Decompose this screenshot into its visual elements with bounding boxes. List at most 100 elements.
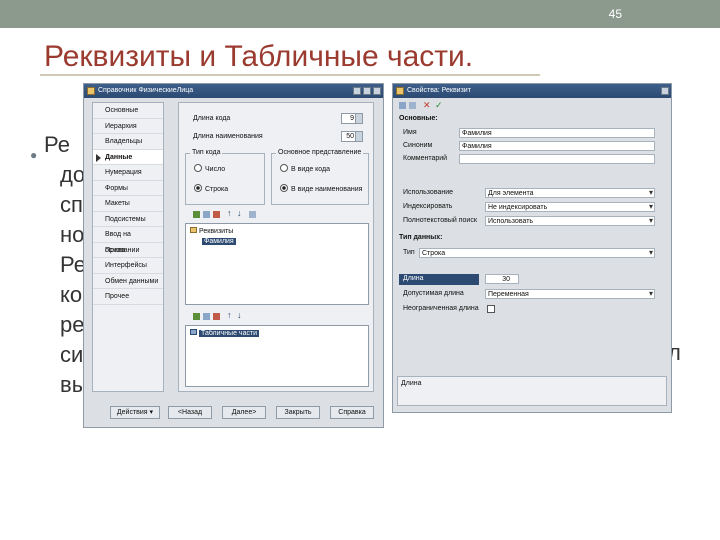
copy-icon[interactable] [203,211,210,218]
properties-window-titlebar[interactable]: Свойства: Реквизит [393,84,671,98]
code-type-string-radio[interactable]: Строка [194,184,228,193]
usage-select[interactable]: Для элемента [485,188,655,198]
name-length-label: Длина наименования [193,133,263,140]
comment-row: Комментарий [399,154,665,165]
unlimited-length-label: Неограниченная длина [403,305,479,312]
length-input[interactable]: 30 [485,274,519,284]
nav-item-numbering[interactable]: Нумерация [93,165,163,181]
name-label: Имя [403,129,417,136]
properties-window[interactable]: Свойства: Реквизит ✕ ✓ Основные: Имя Фам… [392,83,672,413]
indexing-select[interactable]: Не индексировать [485,202,655,212]
code-length-input[interactable]: 9 [341,113,363,124]
maximize-icon[interactable] [363,87,371,95]
table-icon [190,329,197,335]
type-label: Тип [403,249,415,256]
catalog-window-titlebar[interactable]: Справочник ФизическиеЛица [84,84,383,98]
back-button[interactable]: <Назад [168,406,212,419]
add-tabular-icon[interactable] [193,313,200,320]
comment-field[interactable] [459,154,655,164]
help-button[interactable]: Справка [330,406,374,419]
code-type-group: Тип кода Число Строка [185,149,265,205]
properties-icon [396,87,404,95]
nav-item-data[interactable]: Данные [93,149,163,165]
catalog-icon [87,87,95,95]
bullet-icon: ● [30,148,38,162]
nav-item-owners[interactable]: Владельцы [93,134,163,150]
length-label: Длина [403,275,424,282]
catalog-window-title: Справочник ФизическиеЛица [98,87,194,94]
repr-name-radio[interactable]: В виде наименования [280,184,362,193]
attribute-item-label: Фамилия [202,238,236,245]
slide-title: Реквизиты и Табличные части. [44,40,474,73]
nav-item-data-exchange[interactable]: Обмен данными [93,274,163,289]
actions-button[interactable]: Действия ▾ [110,406,160,419]
usage-label: Использование [403,189,454,196]
nav-item-subsystems[interactable]: Подсистемы [93,212,163,227]
tabular-tree-root[interactable]: Табличные части [190,329,260,337]
type-row: Тип Строка [399,248,665,259]
properties-toolbar-icon[interactable] [399,102,406,109]
attributes-root-label: Реквизиты [199,228,234,235]
code-type-number-radio[interactable]: Число [194,164,225,173]
move-up-icon[interactable]: ↑ [227,209,234,218]
nav-item-rights[interactable]: Права [93,243,163,258]
attributes-tree-root[interactable]: Реквизиты [190,227,233,235]
fulltext-label: Полнотекстовый поиск [403,217,477,224]
top-bar: 45 [0,0,720,28]
main-representation-group: Основное представление В виде кода В вид… [271,149,369,205]
section-datatype[interactable]: Тип данных: [399,234,442,241]
add-attribute-icon[interactable] [193,211,200,218]
section-basic[interactable]: Основные: [399,115,438,122]
slide: 45 Реквизиты и Табличные части. ● Ре до … [0,0,720,540]
sort-icon[interactable] [249,211,256,218]
nav-item-interfaces[interactable]: Интерфейсы [93,258,163,274]
allowed-length-row: Допустимая длина Переменная [399,289,665,300]
name-row: Имя Фамилия [399,128,665,139]
apply-icon[interactable]: ✓ [435,100,443,111]
copy-tabular-icon[interactable] [203,313,210,320]
nav-item-templates[interactable]: Макеты [93,196,163,212]
move-up-tabular-icon[interactable]: ↑ [227,311,234,320]
nav-item-forms[interactable]: Формы [93,181,163,196]
tabular-root-label: Табличные части [199,330,260,337]
attribute-item-surname[interactable]: Фамилия [202,238,236,245]
unlimited-length-checkbox[interactable] [487,305,495,313]
nav-item-hierarchy[interactable]: Иерархия [93,119,163,134]
next-button[interactable]: Далее> [222,406,266,419]
close-button[interactable]: Закрыть [276,406,320,419]
synonym-field[interactable]: Фамилия [459,141,655,151]
page-number: 45 [608,7,622,21]
close-icon[interactable] [661,87,669,95]
move-down-icon[interactable]: ↓ [237,209,244,218]
allowed-length-select[interactable]: Переменная [485,289,655,299]
delete-tabular-icon[interactable] [213,313,220,320]
properties-window-title: Свойства: Реквизит [407,87,471,94]
sort-icon[interactable] [409,102,416,109]
move-down-tabular-icon[interactable]: ↓ [237,311,244,320]
name-length-input[interactable]: 50 [341,131,363,142]
type-select[interactable]: Строка [419,248,655,258]
catalog-window[interactable]: Справочник ФизическиеЛица Основные Иерар… [83,83,384,428]
synonym-row: Синоним Фамилия [399,141,665,152]
main-representation-caption: Основное представление [276,149,364,156]
close-icon[interactable] [373,87,381,95]
comment-label: Комментарий [403,155,448,162]
status-bar: Длина [397,376,667,406]
attributes-tree[interactable]: Реквизиты Фамилия [185,223,369,305]
delete-icon[interactable] [213,211,220,218]
status-text: Длина [401,380,422,387]
allowed-length-label: Допустимая длина [403,290,464,297]
name-field[interactable]: Фамилия [459,128,655,138]
cancel-icon[interactable]: ✕ [423,100,431,111]
nav-item-input-based[interactable]: Ввод на основании [93,227,163,254]
unlimited-length-row: Неограниченная длина [399,304,665,315]
minimize-icon[interactable] [353,87,361,95]
code-length-label: Длина кода [193,115,231,122]
tabular-parts-tree[interactable]: Табличные части [185,325,369,387]
nav-item-basic[interactable]: Основные [93,103,163,119]
fulltext-select[interactable]: Использовать [485,216,655,226]
repr-code-radio[interactable]: В виде кода [280,164,330,173]
nav-item-other[interactable]: Прочее [93,289,163,305]
length-row: Длина [399,274,479,285]
title-underline [40,74,540,76]
